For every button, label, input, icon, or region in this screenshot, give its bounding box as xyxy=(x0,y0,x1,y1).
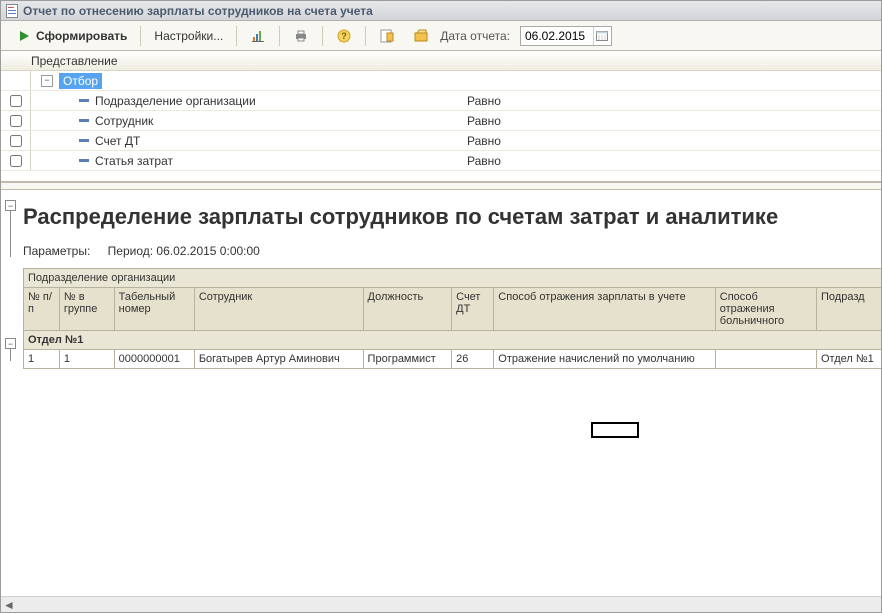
calendar-icon xyxy=(594,28,610,44)
date-input-wrap xyxy=(520,26,612,46)
settings-button[interactable]: Настройки... xyxy=(147,25,230,47)
col-dept: Подразд xyxy=(817,288,882,331)
filter-root-row[interactable]: − Отбор xyxy=(1,71,881,91)
col-ngrp: № в группе xyxy=(59,288,114,331)
filter-row[interactable]: Подразделение организации Равно xyxy=(1,91,881,111)
report-title: Распределение зарплаты сотрудников по сч… xyxy=(23,204,881,230)
save-settings-button[interactable] xyxy=(372,24,402,48)
outline-gutter: − − xyxy=(1,190,23,543)
scroll-left-icon[interactable]: ◄ xyxy=(1,597,17,613)
table-row[interactable]: 1 1 0000000001 Богатырев Артур Аминович … xyxy=(24,350,882,369)
params-label: Параметры: xyxy=(23,244,90,258)
horizontal-scrollbar[interactable]: ◄ xyxy=(1,596,881,612)
svg-text:?: ? xyxy=(342,31,348,41)
filter-root-label: Отбор xyxy=(59,73,102,89)
settings-label: Настройки... xyxy=(154,29,223,43)
toolbar-separator xyxy=(140,26,141,46)
leaf-icon xyxy=(79,139,89,142)
cell-emp: Богатырев Артур Аминович xyxy=(194,350,363,369)
report-scroll[interactable]: − − Распределение зарплаты сотрудников п… xyxy=(1,190,881,596)
date-label: Дата отчета: xyxy=(440,29,510,43)
col-tab: Табельный номер xyxy=(114,288,194,331)
col-sick: Способ отражения больничного xyxy=(715,288,816,331)
col-method: Способ отражения зарплаты в учете xyxy=(494,288,715,331)
table-superheader: Подразделение организации xyxy=(24,269,882,288)
params-period: Период: 06.02.2015 0:00:00 xyxy=(108,244,260,258)
help-icon: ? xyxy=(336,28,352,44)
cell-ngrp: 1 xyxy=(59,350,114,369)
titlebar: Отчет по отнесению зарплаты сотрудников … xyxy=(1,1,881,21)
toolbar: Сформировать Настройки... ? xyxy=(1,21,881,51)
filter-checkbox[interactable] xyxy=(10,95,22,107)
leaf-icon xyxy=(79,119,89,122)
col-emp: Сотрудник xyxy=(194,288,363,331)
calendar-button[interactable] xyxy=(593,27,611,45)
form-report-label: Сформировать xyxy=(36,29,127,43)
leaf-icon xyxy=(79,159,89,162)
cell-npp: 1 xyxy=(24,350,60,369)
cell-dept: Отдел №1 xyxy=(817,350,882,369)
load-icon xyxy=(413,28,429,44)
filter-row[interactable]: Статья затрат Равно xyxy=(1,151,881,171)
filter-row[interactable]: Счет ДТ Равно xyxy=(1,131,881,151)
filter-item-label: Счет ДТ xyxy=(95,134,140,148)
filter-header: Представление xyxy=(1,51,881,71)
cell-sick xyxy=(715,350,816,369)
report-params: Параметры: Период: 06.02.2015 0:00:00 xyxy=(23,244,881,258)
print-icon xyxy=(293,28,309,44)
print-button[interactable] xyxy=(286,24,316,48)
toolbar-separator xyxy=(365,26,366,46)
cell-pos: Программист xyxy=(363,350,452,369)
col-pos: Должность xyxy=(363,288,452,331)
filter-condition: Равно xyxy=(467,94,501,108)
cell-method: Отражение начислений по умолчанию xyxy=(494,350,715,369)
toolbar-separator xyxy=(236,26,237,46)
filter-panel: Представление − Отбор Подразделение орга… xyxy=(1,51,881,182)
cell-acc: 26 xyxy=(452,350,494,369)
toolbar-separator xyxy=(322,26,323,46)
window-title: Отчет по отнесению зарплаты сотрудников … xyxy=(23,4,373,18)
superheader-label: Подразделение организации xyxy=(24,269,882,288)
help-button[interactable]: ? xyxy=(329,24,359,48)
filter-condition: Равно xyxy=(467,134,501,148)
filter-checkbox[interactable] xyxy=(10,155,22,167)
document-icon xyxy=(5,4,19,18)
collapse-icon[interactable]: − xyxy=(41,75,53,87)
filter-condition: Равно xyxy=(467,114,501,128)
row-checkbox-cell xyxy=(1,71,31,90)
filter-header-label: Представление xyxy=(31,54,118,68)
filter-row[interactable]: Сотрудник Равно xyxy=(1,111,881,131)
col-acc: Счет ДТ xyxy=(452,288,494,331)
filter-item-label: Статья затрат xyxy=(95,154,173,168)
report-area: − − Распределение зарплаты сотрудников п… xyxy=(1,190,881,612)
report-table: Подразделение организации № п/п № в груп… xyxy=(23,268,881,369)
outline-toggle[interactable]: − xyxy=(5,200,16,211)
cell-tab: 0000000001 xyxy=(114,350,194,369)
table-header-row: № п/п № в группе Табельный номер Сотрудн… xyxy=(24,288,882,331)
filter-item-label: Сотрудник xyxy=(95,114,153,128)
group-label: Отдел №1 xyxy=(24,331,882,350)
splitter[interactable] xyxy=(1,182,881,190)
save-icon xyxy=(379,28,395,44)
filter-checkbox[interactable] xyxy=(10,135,22,147)
filter-item-label: Подразделение организации xyxy=(95,94,256,108)
filter-condition: Равно xyxy=(467,154,501,168)
chart-icon xyxy=(250,28,266,44)
play-icon xyxy=(16,28,32,44)
leaf-icon xyxy=(79,99,89,102)
group-row[interactable]: Отдел №1 xyxy=(24,331,882,350)
report-window: Отчет по отнесению зарплаты сотрудников … xyxy=(0,0,882,613)
load-settings-button[interactable] xyxy=(406,24,436,48)
col-npp: № п/п xyxy=(24,288,60,331)
outline-toggle[interactable]: − xyxy=(5,338,16,349)
form-report-button[interactable]: Сформировать xyxy=(9,24,134,48)
toolbar-separator xyxy=(279,26,280,46)
chart-button[interactable] xyxy=(243,24,273,48)
report-date-input[interactable] xyxy=(521,29,593,43)
filter-checkbox[interactable] xyxy=(10,115,22,127)
